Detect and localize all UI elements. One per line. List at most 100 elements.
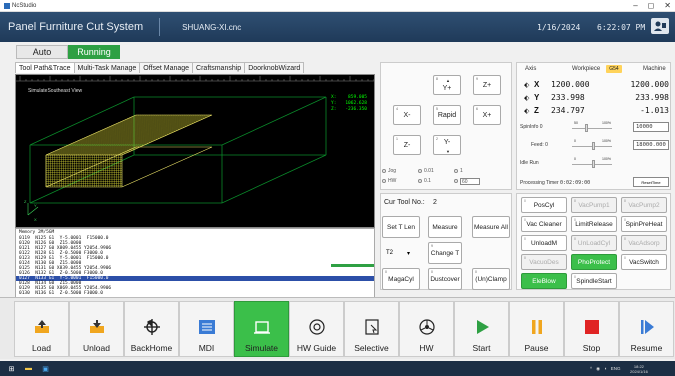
func-phoprotect-button[interactable]: 0 PhoProtect <box>571 254 617 270</box>
simulate-button[interactable]: Simulate <box>234 301 289 357</box>
opt-hw[interactable]: HW <box>382 178 418 184</box>
toolpath-viewport[interactable]: Y Z X SimulateSoutheast View X: 859.005 Y… <box>15 74 375 228</box>
stop-icon <box>584 319 600 335</box>
tool-panel: Cur Tool No.: 2 Set T Len Measure Measur… <box>380 193 512 290</box>
jog-y-plus-button[interactable]: 8 ▲ Y+ <box>433 75 461 95</box>
gcode-line[interactable]: 0130 N136 G1 Z-0.5000 F3000.0 <box>16 291 374 296</box>
func-poscyl-button[interactable]: 0 PosCyl <box>521 197 567 213</box>
idle-slider-thumb[interactable] <box>592 160 595 168</box>
ncstudio-taskbar-icon[interactable]: ▣ <box>40 364 51 373</box>
header-date: 1/16/2024 <box>537 22 581 32</box>
opt-jog[interactable]: Jog <box>382 168 418 174</box>
spindle-override-slider[interactable] <box>572 128 612 129</box>
func-limitrelease-button[interactable]: 0 LimitRelease <box>571 216 617 232</box>
set-tool-length-button[interactable]: Set T Len <box>382 216 420 238</box>
cur-tool-label: Cur Tool No.: <box>384 199 425 206</box>
func-spindlestart-button[interactable]: 0 SpindleStart <box>571 273 617 289</box>
maximize-button[interactable]: ◻ <box>648 1 655 10</box>
func-unloadcyl-button[interactable]: 0 UnLoadCyl <box>571 235 617 251</box>
tab-multi-task[interactable]: Multi-Task Manage <box>73 62 141 73</box>
tab-craftsmanship[interactable]: Craftsmanship <box>192 62 246 73</box>
jog-rapid-button[interactable]: 5 Rapid <box>433 105 461 125</box>
hw-guide-button[interactable]: HW Guide <box>289 301 344 357</box>
unload-button[interactable]: Unload <box>69 301 124 357</box>
mdi-icon <box>198 319 215 335</box>
func-vacswitch-button[interactable]: 0 VacSwitch <box>621 254 667 270</box>
measure-button[interactable]: Measure <box>428 216 462 238</box>
bottom-toolbar: Load Unload BackHome MDI Simulate HW Gui… <box>0 297 675 359</box>
hw-button[interactable]: HW <box>399 301 454 357</box>
opt-step-01[interactable]: 0.1 <box>418 178 454 184</box>
resume-button[interactable]: Resume <box>619 301 674 357</box>
spindle-speed-input[interactable]: 10000 <box>633 122 669 132</box>
tab-doorknob-wizard[interactable]: DoorknobWizard <box>244 62 305 73</box>
func-vac-cleaner-button[interactable]: 0 Vac Cleaner <box>521 216 567 232</box>
selective-button[interactable]: Selective <box>344 301 399 357</box>
jog-z-plus-button[interactable]: 9 Z+ <box>473 75 501 95</box>
opt-step-1[interactable]: 1 <box>454 168 490 174</box>
tab-offset[interactable]: Offset Manage <box>139 62 194 73</box>
jog-x-minus-button[interactable]: 4 X- <box>393 105 421 125</box>
jog-z-minus-button[interactable]: 1 Z- <box>393 135 421 155</box>
unclamp-button[interactable]: 0 (Un)Clamp <box>472 268 510 290</box>
pause-button[interactable]: Pause <box>509 301 564 357</box>
file-explorer-icon[interactable]: ▬ <box>23 364 34 373</box>
func-vacpump2-button[interactable]: 0 VacPump2 <box>621 197 667 213</box>
dustcover-button[interactable]: 0 Dustcover <box>428 268 462 290</box>
start-menu-icon[interactable]: ⊞ <box>6 364 17 373</box>
network-icon[interactable]: ◉ <box>596 366 600 372</box>
load-button[interactable]: Load <box>14 301 69 357</box>
coordinate-panel: Axis Workpiece G54 Machine ⬖ X 1200.000 … <box>516 62 671 190</box>
func-unloadm-button[interactable]: 0 UnloadM <box>521 235 567 251</box>
axis-header: Axis <box>525 66 537 72</box>
axis-row-y: ⬖ Y 233.998 233.998 <box>524 93 669 102</box>
func-eleblow-button[interactable]: 0 EleBlow <box>521 273 567 289</box>
user-login-icon[interactable] <box>651 18 669 34</box>
app-name: NcStudio <box>4 2 36 9</box>
viewport-coords: X: 859.005 Y: 1062.628 Z: -236.350 <box>331 95 367 113</box>
func-vacuodes-button[interactable]: 0 VacuoDes <box>521 254 567 270</box>
mode-bar: Auto Running <box>16 45 120 59</box>
reset-time-button[interactable]: ResetTime <box>633 177 669 187</box>
tool-select[interactable]: T2 ▾ <box>384 246 412 260</box>
back-home-button[interactable]: BackHome <box>124 301 179 357</box>
feed-rate-input[interactable]: 18000.000 <box>633 140 669 150</box>
func-vacadsorp-button[interactable]: 0 VacAdsorp <box>621 235 667 251</box>
function-panel: 0 PosCyl 0 VacPump1 0 VacPump2 0 Vac Cleaner 0 Li… <box>516 193 671 290</box>
window-titlebar: NcStudio – ◻ ✕ <box>0 0 675 12</box>
input-language[interactable]: ENG <box>611 366 621 371</box>
stop-button[interactable]: Stop <box>564 301 619 357</box>
app-icon <box>4 2 10 9</box>
change-tool-button[interactable]: 9 Change T <box>428 242 462 264</box>
selective-icon <box>364 319 380 335</box>
magacyl-button[interactable]: 0 MagaCyl <box>382 268 420 290</box>
view-tabs: Tool Path&Trace Multi-Task Manage Offset… <box>15 62 305 73</box>
opt-step-001[interactable]: 0.01 <box>418 168 454 174</box>
play-icon <box>474 319 490 335</box>
opt-step-custom[interactable]: 60 <box>454 177 490 185</box>
taskbar-clock[interactable]: 18:22 2024/1/16 <box>630 364 648 374</box>
jog-x-plus-button[interactable]: 6 X+ <box>473 105 501 125</box>
volume-icon[interactable]: ◖ <box>604 366 607 371</box>
mode-auto-button[interactable]: Auto <box>16 45 68 59</box>
tray-arrow-icon[interactable]: ^ <box>590 366 592 371</box>
func-vacpump1-button[interactable]: 0 VacPump1 <box>571 197 617 213</box>
start-button[interactable]: Start <box>454 301 509 357</box>
spindle-slider-thumb[interactable] <box>585 124 588 132</box>
feed-slider-thumb[interactable] <box>592 142 595 150</box>
system-tray: ^ ◉ ◖ ENG <box>590 366 621 372</box>
g54-badge[interactable]: G54 <box>606 65 622 73</box>
axis-x-icon: ⬖ <box>524 81 530 89</box>
processing-timer: Processing Timer 0:02:09:00 <box>520 180 591 186</box>
handwheel-icon <box>418 319 435 335</box>
jog-y-minus-button[interactable]: 2 Y- ▼ <box>433 135 461 155</box>
func-spinpreheat-button[interactable]: 0 SpinPreHeat <box>621 216 667 232</box>
step-input[interactable]: 60 <box>460 177 480 185</box>
mdi-button[interactable]: MDI <box>179 301 234 357</box>
load-icon <box>34 319 50 335</box>
spindle-slider-row: SpinInfo 0 50 100% 10000 <box>517 121 672 135</box>
measure-all-button[interactable]: Measure All <box>472 216 510 238</box>
minimize-button[interactable]: – <box>633 1 637 10</box>
tab-tool-path[interactable]: Tool Path&Trace <box>15 62 75 73</box>
close-button[interactable]: ✕ <box>664 1 671 10</box>
